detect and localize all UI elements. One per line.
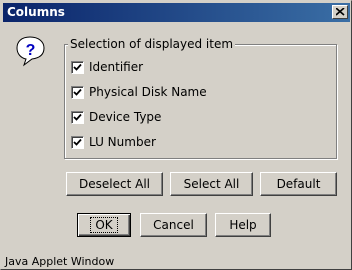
default-button[interactable]: Default [260, 172, 337, 196]
cancel-button[interactable]: Cancel [140, 213, 207, 237]
status-text: Java Applet Window [5, 255, 115, 268]
ok-button[interactable]: OK [77, 213, 131, 237]
checkbox[interactable] [71, 61, 84, 74]
help-button[interactable]: Help [215, 213, 271, 237]
checkbox[interactable] [71, 136, 84, 149]
close-icon [336, 8, 345, 16]
check-icon [73, 113, 82, 121]
checkbox[interactable] [71, 86, 84, 99]
ok-label: OK [90, 217, 118, 233]
checkbox-label: Identifier [89, 60, 144, 74]
question-icon: ? [16, 36, 45, 67]
checkbox-label: Physical Disk Name [89, 85, 207, 99]
check-icon [73, 138, 82, 146]
svg-text:?: ? [26, 42, 36, 59]
close-button[interactable] [332, 5, 348, 19]
check-icon [73, 63, 82, 71]
checkbox-label: LU Number [89, 135, 156, 149]
columns-dialog: Columns ? Selection of displayed item Id… [0, 0, 352, 270]
window-title: Columns [7, 5, 65, 19]
check-icon [73, 88, 82, 96]
group-label: Selection of displayed item [68, 37, 236, 51]
checkbox-label: Device Type [89, 110, 162, 124]
select-all-button[interactable]: Select All [170, 172, 253, 196]
title-bar[interactable]: Columns [3, 3, 350, 22]
checkbox[interactable] [71, 111, 84, 124]
deselect-all-button[interactable]: Deselect All [66, 172, 163, 196]
